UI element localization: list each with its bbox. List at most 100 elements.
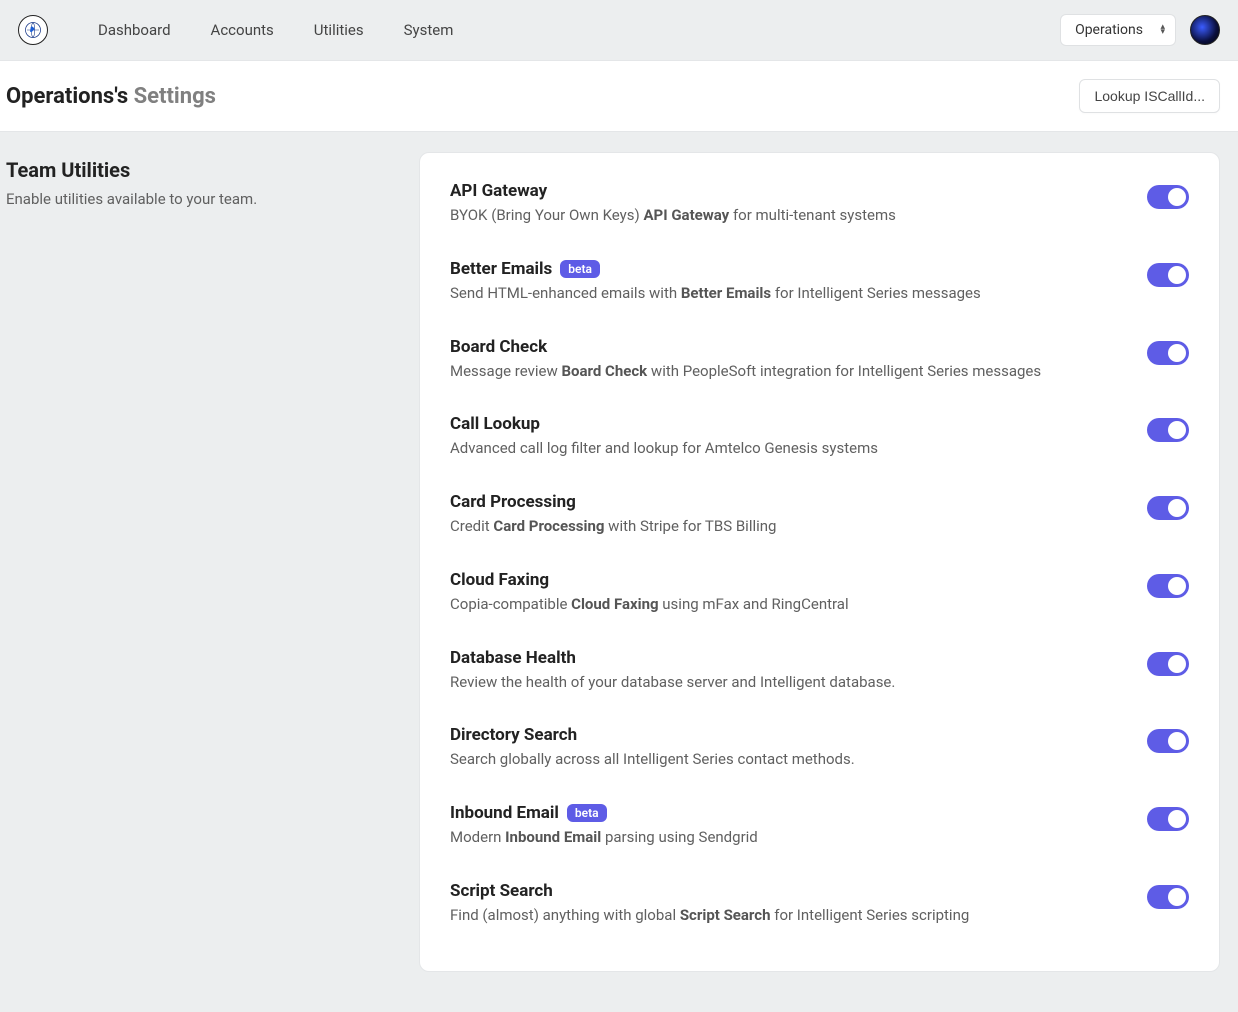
utility-title: Script Search — [450, 881, 1123, 901]
utility-row: Better Emails beta Send HTML-enhanced emai… — [450, 243, 1189, 321]
utility-row: Board Check Message review Board Check wi… — [450, 321, 1189, 399]
utility-desc: Review the health of your database serve… — [450, 672, 1123, 694]
nav-links: Dashboard Accounts Utilities System — [98, 21, 453, 39]
utility-toggle[interactable] — [1147, 729, 1189, 753]
utility-desc-bold: Script Search — [680, 906, 771, 924]
utility-toggle[interactable] — [1147, 418, 1189, 442]
page-title-prefix: Operations's — [6, 84, 128, 109]
utility-desc: Credit Card Processing with Stripe for T… — [450, 516, 1123, 538]
utility-desc-pre: Credit — [450, 517, 493, 535]
utility-desc: Send HTML-enhanced emails with Better Em… — [450, 283, 1123, 305]
utility-desc: Search globally across all Intelligent S… — [450, 749, 1123, 771]
utility-desc: Copia-compatible Cloud Faxing using mFax… — [450, 594, 1123, 616]
beta-badge: beta — [560, 260, 600, 278]
page-title-suffix: Settings — [134, 84, 216, 109]
utility-row: Inbound EmailbetaModern Inbound Email pa… — [450, 787, 1189, 865]
page-header: Operations's Settings Lookup ISCallId... — [0, 60, 1238, 132]
utility-title-text: Inbound Email — [450, 803, 559, 823]
utility-desc-post: with Stripe for TBS Billing — [604, 517, 776, 535]
utility-text: Database Health Review the health of your… — [450, 648, 1147, 694]
toggle-knob — [1168, 266, 1186, 284]
main-content: Team Utilities Enable utilities availabl… — [0, 132, 1238, 1012]
toggle-knob — [1168, 732, 1186, 750]
utility-row: Database Health Review the health of your… — [450, 632, 1189, 710]
utility-text: Directory Search Search globally across a… — [450, 725, 1147, 771]
utility-desc-bold: Cloud Faxing — [571, 595, 658, 613]
utility-title: Database Health — [450, 648, 1123, 668]
utility-title-text: Script Search — [450, 881, 553, 901]
utility-toggle[interactable] — [1147, 652, 1189, 676]
chevron-updown-icon: ▴▾ — [1160, 25, 1165, 35]
toggle-knob — [1168, 499, 1186, 517]
utility-desc-pre: Find (almost) anything with global — [450, 906, 680, 924]
page-title: Operations's Settings — [6, 84, 216, 109]
toggle-knob — [1168, 655, 1186, 673]
app-logo[interactable] — [18, 15, 48, 45]
utility-desc: Message review Board Check with PeopleSo… — [450, 361, 1123, 383]
utility-text: Inbound EmailbetaModern Inbound Email pa… — [450, 803, 1147, 849]
utility-toggle[interactable] — [1147, 341, 1189, 365]
nav-accounts[interactable]: Accounts — [211, 21, 274, 39]
utility-desc-pre: Modern — [450, 828, 505, 846]
utility-desc-pre: Review the health of your database serve… — [450, 673, 895, 691]
toggle-knob — [1168, 344, 1186, 362]
nav-dashboard[interactable]: Dashboard — [98, 21, 171, 39]
utility-title-text: API Gateway — [450, 181, 547, 201]
utilities-card: API Gateway BYOK (Bring Your Own Keys) AP… — [419, 152, 1220, 972]
utility-toggle[interactable] — [1147, 885, 1189, 909]
utility-text: Better Emails beta Send HTML-enhanced emai… — [450, 259, 1147, 305]
utility-desc: Advanced call log filter and lookup for … — [450, 438, 1123, 460]
utility-desc-pre: BYOK (Bring Your Own Keys) — [450, 206, 643, 224]
utility-desc-pre: Copia-compatible — [450, 595, 571, 613]
utility-title: Directory Search — [450, 725, 1123, 745]
utility-toggle[interactable] — [1147, 496, 1189, 520]
nav-system[interactable]: System — [404, 21, 454, 39]
utility-desc-pre: Message review — [450, 362, 561, 380]
utility-row: Card ProcessingCredit Card Processing wi… — [450, 476, 1189, 554]
utility-title-text: Card Processing — [450, 492, 576, 512]
utility-row: Directory Search Search globally across a… — [450, 709, 1189, 787]
utility-desc-post: with PeopleSoft integration for Intellig… — [647, 362, 1041, 380]
utility-title: Cloud Faxing — [450, 570, 1123, 590]
utility-title: Call Lookup — [450, 414, 1123, 434]
avatar[interactable] — [1190, 15, 1220, 45]
utility-desc-bold: Inbound Email — [505, 828, 601, 846]
utility-text: Board Check Message review Board Check wi… — [450, 337, 1147, 383]
utility-toggle[interactable] — [1147, 574, 1189, 598]
utility-desc-pre: Search globally across all Intelligent S… — [450, 750, 855, 768]
settings-sidebar: Team Utilities Enable utilities availabl… — [6, 152, 419, 208]
utility-title-text: Database Health — [450, 648, 576, 668]
team-selector[interactable]: Operations ▴▾ — [1060, 14, 1176, 46]
utility-title-text: Directory Search — [450, 725, 577, 745]
top-nav: Dashboard Accounts Utilities System Oper… — [0, 0, 1238, 60]
utility-text: Cloud FaxingCopia-compatible Cloud Faxin… — [450, 570, 1147, 616]
utility-toggle[interactable] — [1147, 807, 1189, 831]
utility-title: API Gateway — [450, 181, 1123, 201]
utility-row: Cloud FaxingCopia-compatible Cloud Faxin… — [450, 554, 1189, 632]
utility-toggle[interactable] — [1147, 263, 1189, 287]
toggle-knob — [1168, 188, 1186, 206]
utility-desc-bold: Card Processing — [493, 517, 604, 535]
utility-desc: BYOK (Bring Your Own Keys) API Gateway f… — [450, 205, 1123, 227]
utility-desc-post: for Intelligent Series scripting — [771, 906, 970, 924]
utility-row: API Gateway BYOK (Bring Your Own Keys) AP… — [450, 181, 1189, 243]
utility-desc-bold: Better Emails — [681, 284, 771, 302]
nav-utilities[interactable]: Utilities — [314, 21, 364, 39]
utility-title-text: Better Emails — [450, 259, 552, 279]
utility-title-text: Board Check — [450, 337, 547, 357]
sidebar-desc: Enable utilities available to your team. — [6, 190, 419, 208]
lookup-callid-button[interactable]: Lookup ISCallId... — [1079, 79, 1220, 113]
team-selector-label: Operations — [1075, 22, 1143, 38]
toggle-knob — [1168, 888, 1186, 906]
utility-toggle[interactable] — [1147, 185, 1189, 209]
toggle-knob — [1168, 421, 1186, 439]
utility-desc-pre: Send HTML-enhanced emails with — [450, 284, 681, 302]
utility-title: Inbound Emailbeta — [450, 803, 1123, 823]
utility-text: API Gateway BYOK (Bring Your Own Keys) AP… — [450, 181, 1147, 227]
utility-text: Call Lookup Advanced call log filter and … — [450, 414, 1147, 460]
utility-row: Script SearchFind (almost) anything with… — [450, 865, 1189, 943]
utility-text: Script SearchFind (almost) anything with… — [450, 881, 1147, 927]
toggle-knob — [1168, 810, 1186, 828]
phone-globe-icon — [24, 21, 42, 39]
sidebar-title: Team Utilities — [6, 158, 419, 182]
